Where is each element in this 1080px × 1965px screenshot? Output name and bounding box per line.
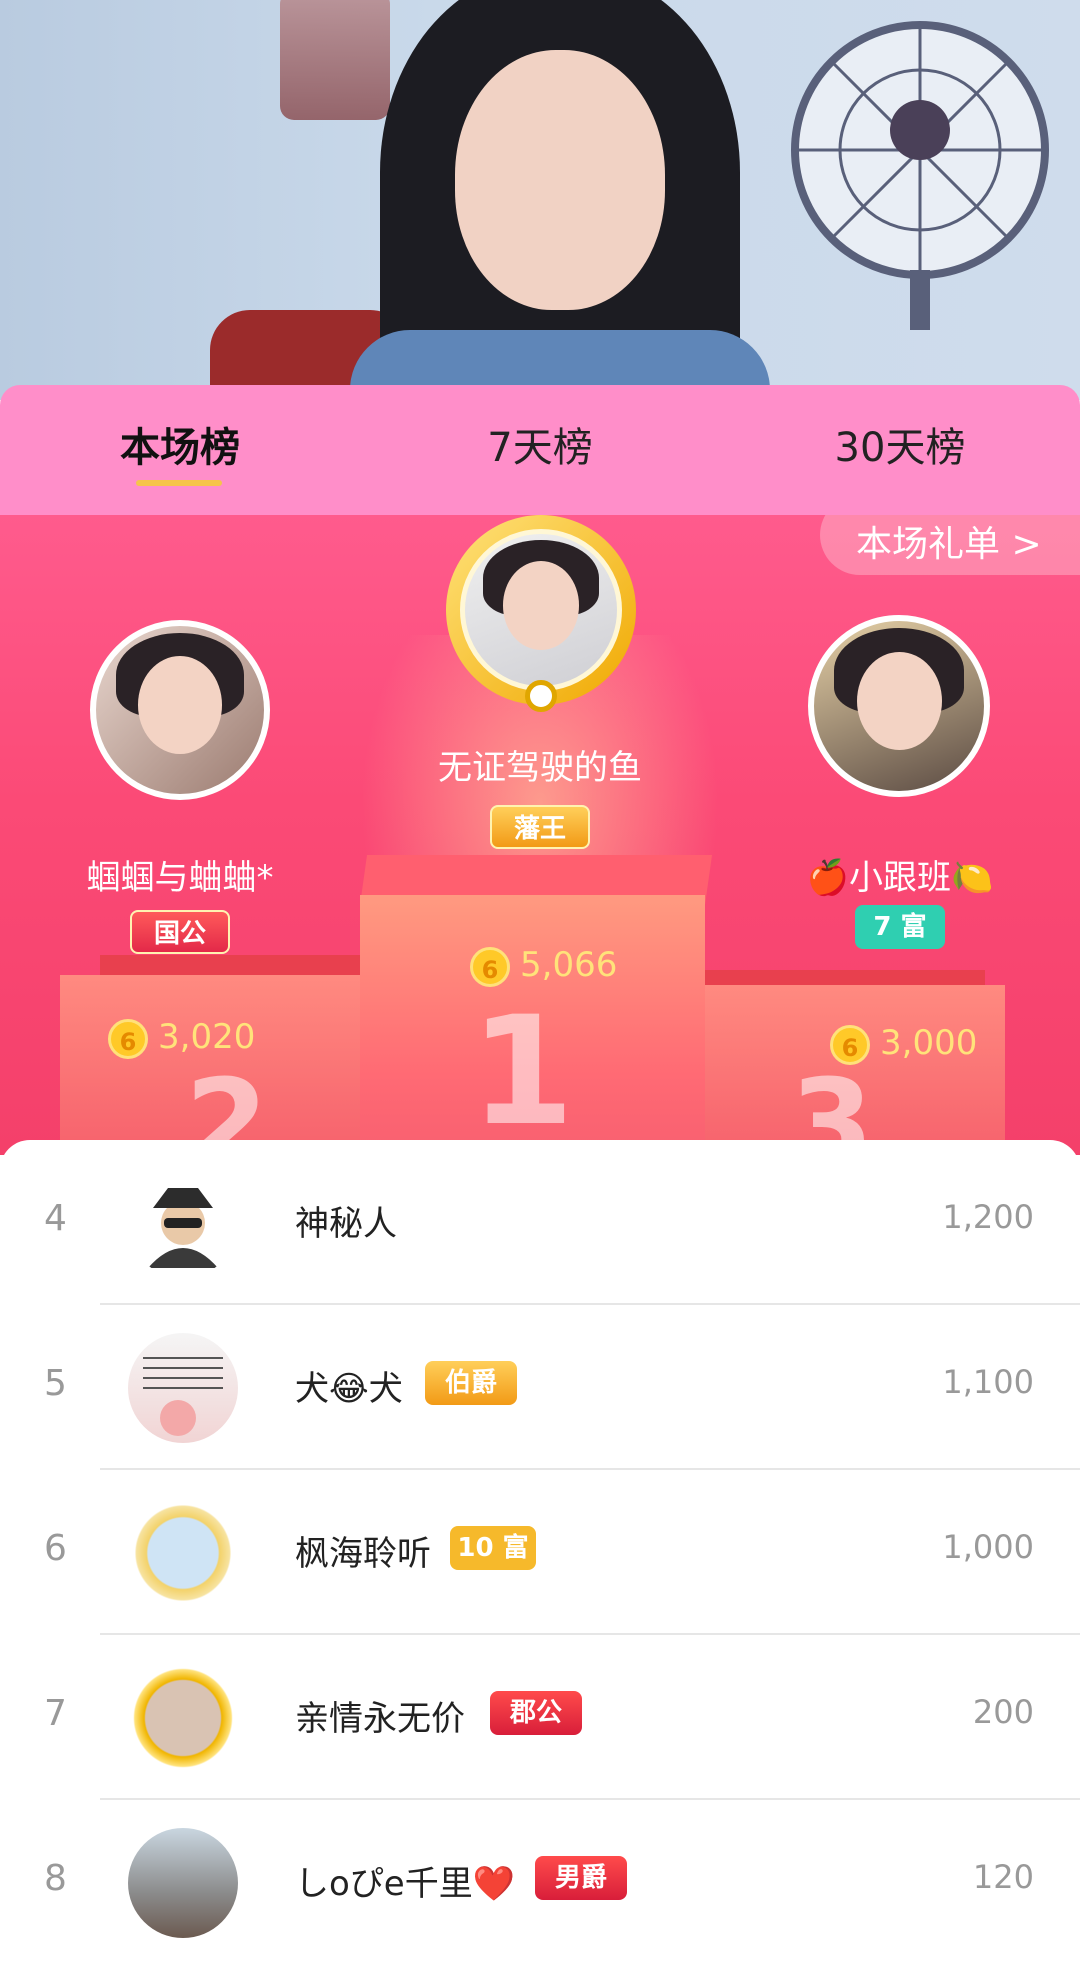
tab-this-session[interactable]: 本场榜 <box>50 415 310 473</box>
user-name: 犬😂犬 <box>295 1369 403 1409</box>
mystery-user-icon <box>128 1168 238 1278</box>
coin-icon: 6 <box>830 1024 870 1065</box>
rank-number: 4 <box>44 1198 67 1239</box>
user-name: 神秘人 <box>295 1204 397 1244</box>
list-item[interactable]: 7 亲情永无价 郡公 200 <box>0 1635 1080 1800</box>
second-place-score-value: 3,020 <box>158 1017 256 1057</box>
avatar-face <box>856 651 942 751</box>
user-name: しoぴe千里❤️ <box>295 1864 516 1904</box>
third-place-score-value: 3,000 <box>880 1023 978 1063</box>
user-avatar <box>128 1663 238 1773</box>
fan-icon <box>791 21 1049 330</box>
third-place-name: 🍎小跟班🍋 <box>806 858 994 898</box>
list-item[interactable]: 8 しoぴe千里❤️ 男爵 120 <box>0 1800 1080 1965</box>
second-place-name: 蝈蝈与蛐蛐* <box>86 858 274 898</box>
live-video-feed <box>0 0 1080 400</box>
user-name: 枫海聆听 <box>295 1534 431 1574</box>
first-place-score: 6 5,066 <box>470 945 617 987</box>
first-place-badge: 藩王 <box>490 805 590 849</box>
place-number-1: 1 <box>470 985 575 1155</box>
avatar-face <box>138 656 222 754</box>
tab-7-days[interactable]: 7天榜 <box>410 415 670 473</box>
rank-title-badge: 10 富 <box>450 1526 536 1570</box>
streamer-face <box>455 50 665 310</box>
third-place-score: 6 3,000 <box>830 1023 977 1065</box>
second-place-badge: 国公 <box>130 910 230 954</box>
user-avatar <box>128 1333 238 1443</box>
coin-icon: 6 <box>470 946 510 987</box>
coin-icon: 6 <box>108 1018 148 1059</box>
list-item[interactable]: 4 神秘人 1,200 <box>0 1140 1080 1305</box>
user-score: 1,000 <box>942 1528 1034 1566</box>
crown-pin-icon <box>525 680 557 712</box>
active-tab-indicator <box>136 480 222 486</box>
rank-title-badge: 郡公 <box>490 1691 582 1735</box>
avatar-third-place[interactable] <box>808 615 990 797</box>
avatar-face <box>503 561 579 650</box>
user-score: 120 <box>972 1858 1034 1896</box>
avatar-first-place[interactable] <box>460 529 622 691</box>
top-three-podium: 本场礼单 > 1 2 3 蝈蝈与蛐蛐* 国公 6 3,020 无证驾驶的鱼 藩王 … <box>0 515 1080 1155</box>
wall-decoration <box>280 0 390 120</box>
third-place-badge: 7 富 <box>855 905 945 949</box>
rank-number: 6 <box>44 1528 67 1569</box>
rank-title-badge: 伯爵 <box>425 1361 517 1405</box>
rank-title-badge: 男爵 <box>535 1856 627 1900</box>
ranking-list: 4 神秘人 1,200 5 犬😂犬 伯爵 1,100 6 枫海聆听 10 富 1… <box>0 1140 1080 1940</box>
list-item[interactable]: 5 犬😂犬 伯爵 1,100 <box>0 1305 1080 1470</box>
user-name: 亲情永无价 <box>295 1699 465 1739</box>
rank-number: 7 <box>44 1693 67 1734</box>
tab-30-days[interactable]: 30天榜 <box>770 415 1030 473</box>
second-place-score: 6 3,020 <box>108 1017 255 1059</box>
rank-number: 8 <box>44 1858 67 1899</box>
user-avatar <box>128 1828 238 1938</box>
user-avatar <box>128 1498 238 1608</box>
user-score: 200 <box>972 1693 1034 1731</box>
user-score: 1,200 <box>942 1198 1034 1236</box>
gift-list-link[interactable]: 本场礼单 > <box>820 515 1080 575</box>
first-place-score-value: 5,066 <box>520 945 618 985</box>
first-place-name: 无证驾驶的鱼 <box>438 748 642 788</box>
rank-number: 5 <box>44 1363 67 1404</box>
avatar-second-place[interactable] <box>90 620 270 800</box>
user-score: 1,100 <box>942 1363 1034 1401</box>
list-item[interactable]: 6 枫海聆听 10 富 1,000 <box>0 1470 1080 1635</box>
ranking-tab-bar: 本场榜 7天榜 30天榜 <box>0 385 1080 515</box>
